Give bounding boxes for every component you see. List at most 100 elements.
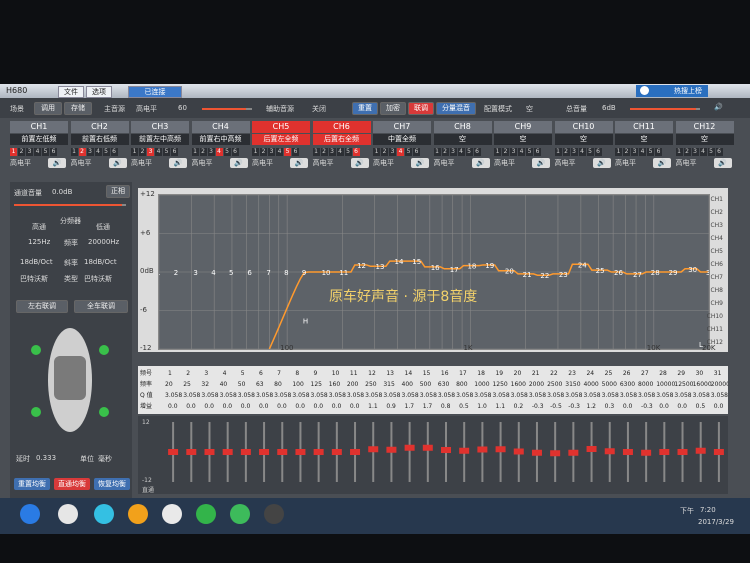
h680-app-icon[interactable] bbox=[264, 504, 284, 524]
output-2[interactable]: 2 bbox=[441, 148, 449, 156]
fader-knob[interactable] bbox=[386, 446, 397, 453]
fader-knob[interactable] bbox=[441, 447, 451, 453]
fader-knob[interactable] bbox=[204, 449, 215, 455]
channel-12[interactable]: CH12 空 1 2 3 4 5 6 高电平 🔊 bbox=[675, 121, 734, 171]
output-2[interactable]: 2 bbox=[381, 148, 388, 156]
output-2[interactable]: 2 bbox=[78, 148, 86, 156]
channel-speaker-icon[interactable]: 🔊 bbox=[653, 158, 671, 168]
channel-mode[interactable]: 后置左全频 bbox=[252, 134, 310, 145]
lp-slope[interactable]: 18dB/Oct bbox=[84, 258, 117, 266]
output-2[interactable]: 2 bbox=[260, 148, 267, 156]
fader-knob[interactable] bbox=[222, 449, 233, 455]
channel-name[interactable]: CH5 bbox=[252, 121, 310, 133]
output-4[interactable]: 4 bbox=[518, 148, 525, 156]
channel-name[interactable]: CH2 bbox=[70, 121, 129, 133]
split-mix-button[interactable]: 分量混音 bbox=[436, 102, 476, 115]
channel-mode[interactable]: 空 bbox=[554, 134, 613, 145]
channel-output-selector[interactable]: 123456 bbox=[494, 147, 552, 156]
channel-speaker-icon[interactable]: 🔊 bbox=[411, 158, 429, 168]
output-4[interactable]: 4 bbox=[457, 148, 465, 156]
graph-channel-label[interactable]: CH1 bbox=[710, 196, 723, 203]
channel-name[interactable]: CH7 bbox=[373, 121, 431, 133]
channel-mode[interactable]: 后置右全频 bbox=[312, 134, 371, 145]
hp-slope[interactable]: 18dB/Oct bbox=[20, 258, 53, 266]
channel-name[interactable]: CH11 bbox=[615, 121, 673, 133]
output-3[interactable]: 3 bbox=[207, 148, 215, 156]
fader-knob[interactable] bbox=[568, 449, 579, 456]
output-1[interactable]: 1 bbox=[70, 148, 78, 156]
menu-file[interactable]: 文件 bbox=[58, 86, 84, 98]
output-4[interactable]: 4 bbox=[34, 148, 41, 156]
output-4[interactable]: 4 bbox=[94, 148, 102, 156]
channel-output-selector[interactable]: 123456 bbox=[10, 147, 68, 156]
output-1[interactable]: 1 bbox=[191, 148, 199, 156]
fader-knob[interactable] bbox=[368, 446, 379, 453]
fader-knob[interactable] bbox=[313, 449, 324, 455]
channel-name[interactable]: CH1 bbox=[10, 121, 68, 133]
add-button[interactable]: 加密 bbox=[380, 102, 406, 115]
fader-knob[interactable] bbox=[168, 449, 179, 455]
fader-knob[interactable] bbox=[713, 449, 724, 455]
output-5[interactable]: 5 bbox=[344, 148, 352, 156]
speaker-icon[interactable]: 🔊 bbox=[714, 103, 723, 111]
output-4[interactable]: 4 bbox=[276, 148, 283, 156]
channel-volume-slider[interactable] bbox=[14, 204, 126, 206]
channel-output-selector[interactable]: 123456 bbox=[312, 147, 371, 156]
channel-2[interactable]: CH2 前置右低频 1 2 3 4 5 6 高电平 🔊 bbox=[70, 121, 129, 171]
channel-speaker-icon[interactable]: 🔊 bbox=[471, 158, 490, 168]
output-3[interactable]: 3 bbox=[691, 148, 699, 156]
graph-channel-label[interactable]: CH4 bbox=[710, 235, 723, 242]
output-3[interactable]: 3 bbox=[631, 148, 638, 156]
aux-value[interactable]: 关闭 bbox=[312, 104, 326, 114]
eq-plot[interactable]: 原车好声音 · 源于8音度123456789101112131415161718… bbox=[158, 194, 710, 350]
fader-knob[interactable] bbox=[422, 444, 433, 451]
graph-channel-label[interactable]: CH9 bbox=[710, 300, 723, 307]
fader-knob[interactable] bbox=[604, 448, 615, 455]
channel-4[interactable]: CH4 前置右中高频 1 2 3 4 5 6 高电平 🔊 bbox=[191, 121, 250, 171]
channel-output-selector[interactable]: 123456 bbox=[615, 147, 673, 156]
call-button[interactable]: 调用 bbox=[34, 102, 62, 115]
channel-mode[interactable]: 空 bbox=[675, 134, 734, 145]
fader-knob[interactable] bbox=[350, 449, 361, 455]
channel-name[interactable]: CH9 bbox=[494, 121, 552, 133]
fader-knob[interactable] bbox=[240, 449, 251, 455]
reset-eq-button[interactable]: 重置均衡 bbox=[14, 478, 50, 490]
browser-icon[interactable] bbox=[94, 504, 114, 524]
channel-mode[interactable]: 中置全频 bbox=[373, 134, 431, 145]
fader-knob[interactable] bbox=[659, 449, 670, 455]
fader-knob[interactable] bbox=[586, 446, 597, 452]
output-5[interactable]: 5 bbox=[42, 148, 49, 156]
output-1[interactable]: 1 bbox=[554, 148, 562, 156]
fader-knob[interactable] bbox=[677, 449, 688, 455]
fader-knob[interactable] bbox=[550, 450, 561, 457]
channel-10[interactable]: CH10 空 1 2 3 4 5 6 高电平 🔊 bbox=[554, 121, 613, 171]
fader-knob[interactable] bbox=[622, 449, 633, 455]
output-2[interactable]: 2 bbox=[139, 148, 146, 156]
output-1[interactable]: 1 bbox=[373, 148, 380, 156]
output-6[interactable]: 6 bbox=[110, 148, 118, 156]
output-4[interactable]: 4 bbox=[215, 148, 223, 156]
output-3[interactable]: 3 bbox=[147, 148, 154, 156]
windows-icon[interactable] bbox=[20, 504, 40, 524]
channel-11[interactable]: CH11 空 1 2 3 4 5 6 高电平 🔊 bbox=[615, 121, 673, 171]
output-6[interactable]: 6 bbox=[715, 148, 723, 156]
fader-knob[interactable] bbox=[277, 449, 288, 455]
fader-knob[interactable] bbox=[331, 449, 342, 455]
output-2[interactable]: 2 bbox=[562, 148, 570, 156]
channel-output-selector[interactable]: 123456 bbox=[373, 147, 431, 156]
reset-button[interactable]: 重置 bbox=[352, 102, 378, 115]
channel-output-selector[interactable]: 123456 bbox=[433, 147, 492, 156]
unit-value[interactable]: 毫秒 bbox=[98, 454, 112, 464]
output-5[interactable]: 5 bbox=[707, 148, 715, 156]
output-3[interactable]: 3 bbox=[86, 148, 94, 156]
output-2[interactable]: 2 bbox=[18, 148, 25, 156]
phase-button[interactable]: 正相 bbox=[106, 185, 130, 198]
channel-speaker-icon[interactable]: 🔊 bbox=[532, 158, 550, 168]
output-5[interactable]: 5 bbox=[647, 148, 654, 156]
graph-channel-label[interactable]: CH3 bbox=[710, 222, 723, 229]
channel-name[interactable]: CH8 bbox=[433, 121, 492, 133]
channel-5[interactable]: CH5 后置左全频 1 2 3 4 5 6 高电平 🔊 bbox=[252, 121, 310, 171]
channel-6[interactable]: CH6 后置右全频 1 2 3 4 5 6 高电平 🔊 bbox=[312, 121, 371, 171]
output-6[interactable]: 6 bbox=[534, 148, 541, 156]
channel-7[interactable]: CH7 中置全频 1 2 3 4 5 6 高电平 🔊 bbox=[373, 121, 431, 171]
